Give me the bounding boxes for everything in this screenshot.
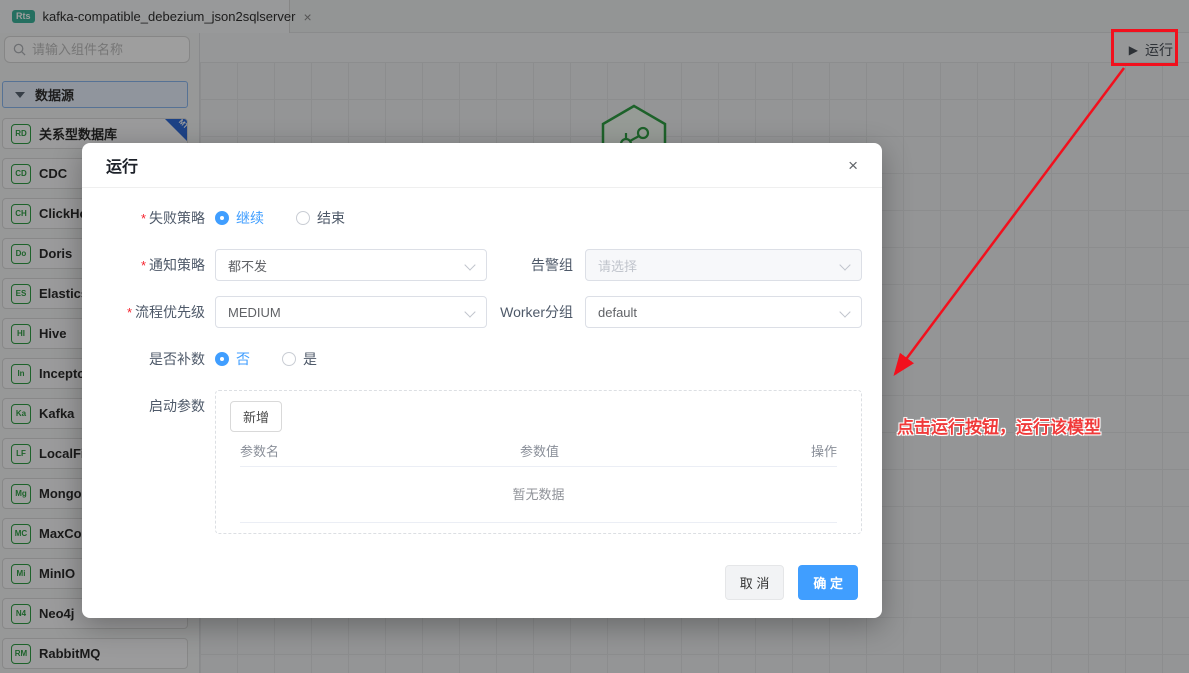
notify-strategy-select[interactable]: 都不发 <box>215 249 487 281</box>
param-value-column: 参数值 <box>520 441 797 460</box>
failure-strategy-row: 失败策略 继续 结束 <box>102 202 862 234</box>
priority-row: 流程优先级 MEDIUM Worker分组 default <box>102 296 862 328</box>
failure-strategy-label: 失败策略 <box>102 208 215 228</box>
radio-unselected-icon <box>282 352 296 366</box>
startup-params-panel: 新增 参数名 参数值 操作 暂无数据 <box>215 390 862 534</box>
add-param-button[interactable]: 新增 <box>230 401 282 432</box>
priority-value: MEDIUM <box>228 305 281 320</box>
backfill-row: 是否补数 否 是 <box>102 343 862 375</box>
radio-continue[interactable]: 继续 <box>215 208 264 228</box>
priority-label: 流程优先级 <box>102 302 215 322</box>
run-button-highlight-box <box>1111 29 1178 66</box>
empty-state-text: 暂无数据 <box>240 467 837 522</box>
param-table-body: 暂无数据 <box>240 466 837 523</box>
radio-unselected-icon <box>296 211 310 225</box>
alert-group-placeholder: 请选择 <box>598 256 637 275</box>
cancel-button[interactable]: 取 消 <box>725 565 785 600</box>
worker-group-value: default <box>598 305 637 320</box>
run-dialog: 运行 × 失败策略 继续 结束 通知策略 都不发 告警组 <box>82 143 882 618</box>
dialog-title: 运行 <box>106 153 138 177</box>
notify-strategy-label: 通知策略 <box>102 255 215 275</box>
notify-strategy-value: 都不发 <box>228 256 267 275</box>
alert-group-label: 告警组 <box>487 255 585 275</box>
radio-end[interactable]: 结束 <box>296 208 345 228</box>
confirm-button[interactable]: 确 定 <box>798 565 858 600</box>
param-table-header: 参数名 参数值 操作 <box>230 441 847 459</box>
alert-group-select[interactable]: 请选择 <box>585 249 862 281</box>
startup-params-label: 启动参数 <box>102 390 215 416</box>
radio-selected-icon <box>215 211 229 225</box>
radio-selected-icon <box>215 352 229 366</box>
run-dialog-header: 运行 × <box>82 143 882 188</box>
startup-params-row: 启动参数 新增 参数名 参数值 操作 暂无数据 <box>102 390 862 534</box>
radio-backfill-no[interactable]: 否 <box>215 349 250 369</box>
backfill-label: 是否补数 <box>102 349 215 369</box>
priority-select[interactable]: MEDIUM <box>215 296 487 328</box>
app-root: Rts kafka-compatible_debezium_json2sqlse… <box>0 0 1189 673</box>
radio-backfill-yes[interactable]: 是 <box>282 349 317 369</box>
dialog-footer: 取 消 确 定 <box>725 565 858 600</box>
param-name-column: 参数名 <box>240 441 520 460</box>
param-action-column: 操作 <box>797 441 837 460</box>
annotation-text: 点击运行按钮，运行该模型 <box>897 413 1101 438</box>
worker-group-label: Worker分组 <box>487 302 585 322</box>
worker-group-select[interactable]: default <box>585 296 862 328</box>
notify-strategy-row: 通知策略 都不发 告警组 请选择 <box>102 249 862 281</box>
close-icon[interactable]: × <box>848 157 858 174</box>
